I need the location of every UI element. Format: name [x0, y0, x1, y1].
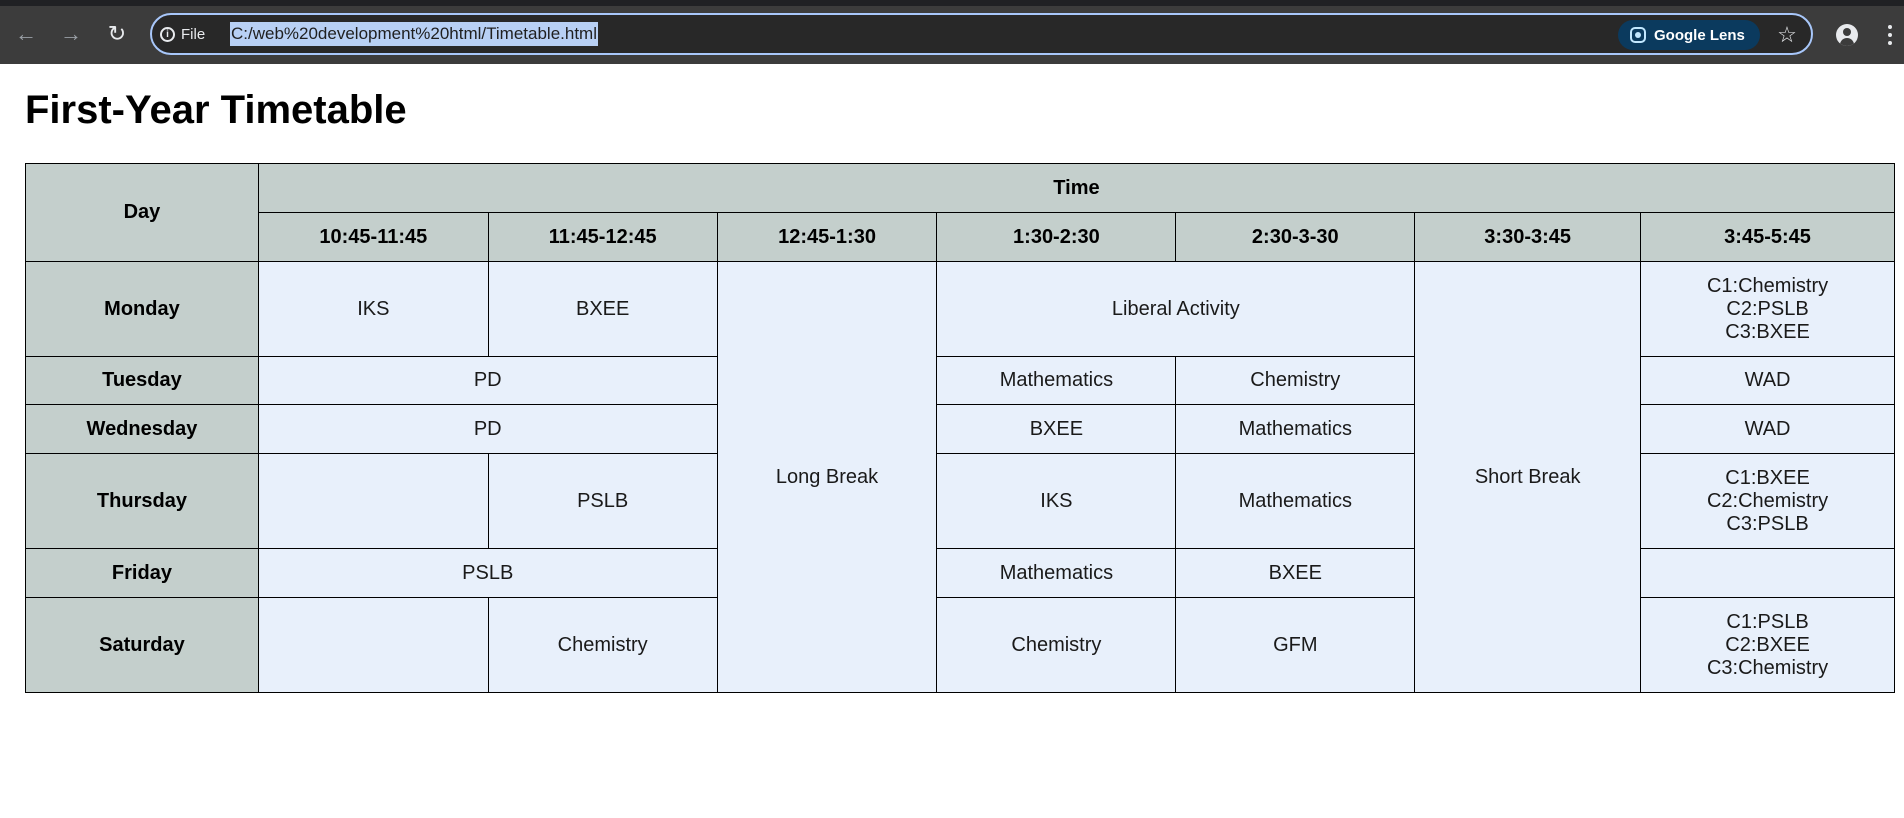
table-cell — [257, 453, 489, 549]
day-cell: Tuesday — [25, 356, 259, 405]
table-cell: Chemistry — [1175, 356, 1416, 405]
profile-button[interactable] — [1830, 18, 1864, 52]
site-info-label: File — [181, 25, 206, 43]
slot-header: 10:45-11:45 — [257, 212, 489, 262]
arrow-right-icon: → — [60, 21, 82, 46]
table-cell: Mathematics — [1175, 404, 1416, 454]
long-break-cell: Long Break — [716, 261, 938, 693]
table-cell: Liberal Activity — [936, 261, 1416, 357]
batch-line: C2:Chemistry — [1706, 489, 1829, 512]
table-cell: BXEE — [487, 261, 718, 357]
table-cell — [257, 597, 489, 693]
table-cell: Chemistry — [936, 597, 1177, 693]
timetable: Day Time 10:45-11:45 11:45-12:45 12:45-1… — [25, 163, 1896, 693]
table-cell: Mathematics — [936, 356, 1177, 405]
google-lens-label: Google Lens — [1654, 26, 1745, 44]
batch-line: C3:BXEE — [1725, 320, 1810, 343]
batch-line: C1:Chemistry — [1706, 274, 1829, 297]
batch-line: C1:BXEE — [1725, 466, 1810, 489]
table-cell: C1:PSLB C2:BXEE C3:Chemistry — [1640, 597, 1895, 693]
slot-header: 1:30-2:30 — [936, 212, 1177, 262]
reload-icon: ↻ — [107, 21, 127, 46]
table-cell: PSLB — [257, 548, 718, 598]
table-cell: Mathematics — [1175, 453, 1416, 549]
batch-line: C3:Chemistry — [1706, 656, 1829, 679]
slot-header: 2:30-3-30 — [1175, 212, 1416, 262]
day-cell: Friday — [25, 548, 259, 598]
google-lens-icon — [1630, 27, 1646, 43]
batch-line: C2:BXEE — [1725, 633, 1810, 656]
table-cell: BXEE — [936, 404, 1177, 454]
page-title: First-Year Timetable — [25, 88, 407, 132]
slot-header: 3:30-3:45 — [1414, 212, 1642, 262]
tab-strip-edge — [0, 0, 1904, 6]
table-cell: GFM — [1175, 597, 1416, 693]
forward-button[interactable]: → — [53, 16, 89, 52]
bookmark-button[interactable]: ☆ — [1770, 18, 1804, 52]
table-cell: IKS — [936, 453, 1177, 549]
time-header: Time — [257, 163, 1896, 213]
slot-header: 11:45-12:45 — [487, 212, 718, 262]
browser-toolbar: ← → ↻ i File C:/web%20development%20html… — [0, 0, 1904, 64]
slot-header-row: 10:45-11:45 11:45-12:45 12:45-1:30 1:30-… — [26, 212, 1895, 262]
day-cell: Monday — [25, 261, 259, 357]
star-icon: ☆ — [1777, 22, 1797, 47]
google-lens-button[interactable]: Google Lens — [1618, 20, 1760, 50]
table-row-monday: Monday IKS BXEE Long Break Liberal Activ… — [25, 261, 1895, 693]
header-row: Day Time — [25, 163, 1896, 262]
table-cell — [1640, 548, 1895, 598]
day-cell: Saturday — [25, 597, 259, 693]
table-cell: WAD — [1640, 404, 1895, 454]
kebab-menu-icon — [1888, 25, 1892, 29]
batch-line: C2:PSLB — [1726, 297, 1809, 320]
back-button[interactable]: ← — [8, 16, 44, 52]
table-cell: BXEE — [1175, 548, 1416, 598]
batch-line: C1:PSLB — [1726, 610, 1809, 633]
table-cell: PSLB — [487, 453, 718, 549]
batch-line: C3:PSLB — [1726, 512, 1809, 535]
day-cell: Thursday — [25, 453, 259, 549]
slot-header: 3:45-5:45 — [1640, 212, 1895, 262]
info-icon: i — [160, 26, 175, 42]
site-info-button[interactable]: i File — [160, 21, 222, 47]
day-cell: Wednesday — [25, 404, 259, 454]
table-cell: PD — [257, 404, 718, 454]
table-cell: Mathematics — [936, 548, 1177, 598]
short-break-cell: Short Break — [1414, 261, 1642, 693]
table-cell: WAD — [1640, 356, 1895, 405]
reload-button[interactable]: ↻ — [99, 16, 135, 52]
profile-icon — [1836, 24, 1858, 46]
slot-header: 12:45-1:30 — [716, 212, 938, 262]
table-cell: C1:BXEE C2:Chemistry C3:PSLB — [1640, 453, 1895, 549]
day-header: Day — [25, 163, 259, 262]
table-cell: Chemistry — [487, 597, 718, 693]
url-text[interactable]: C:/web%20development%20html/Timetable.ht… — [230, 22, 598, 46]
arrow-left-icon: ← — [15, 21, 37, 46]
table-cell: PD — [257, 356, 718, 405]
table-cell: C1:Chemistry C2:PSLB C3:BXEE — [1640, 261, 1895, 357]
table-cell: IKS — [257, 261, 489, 357]
browser-menu-button[interactable] — [1880, 18, 1900, 52]
